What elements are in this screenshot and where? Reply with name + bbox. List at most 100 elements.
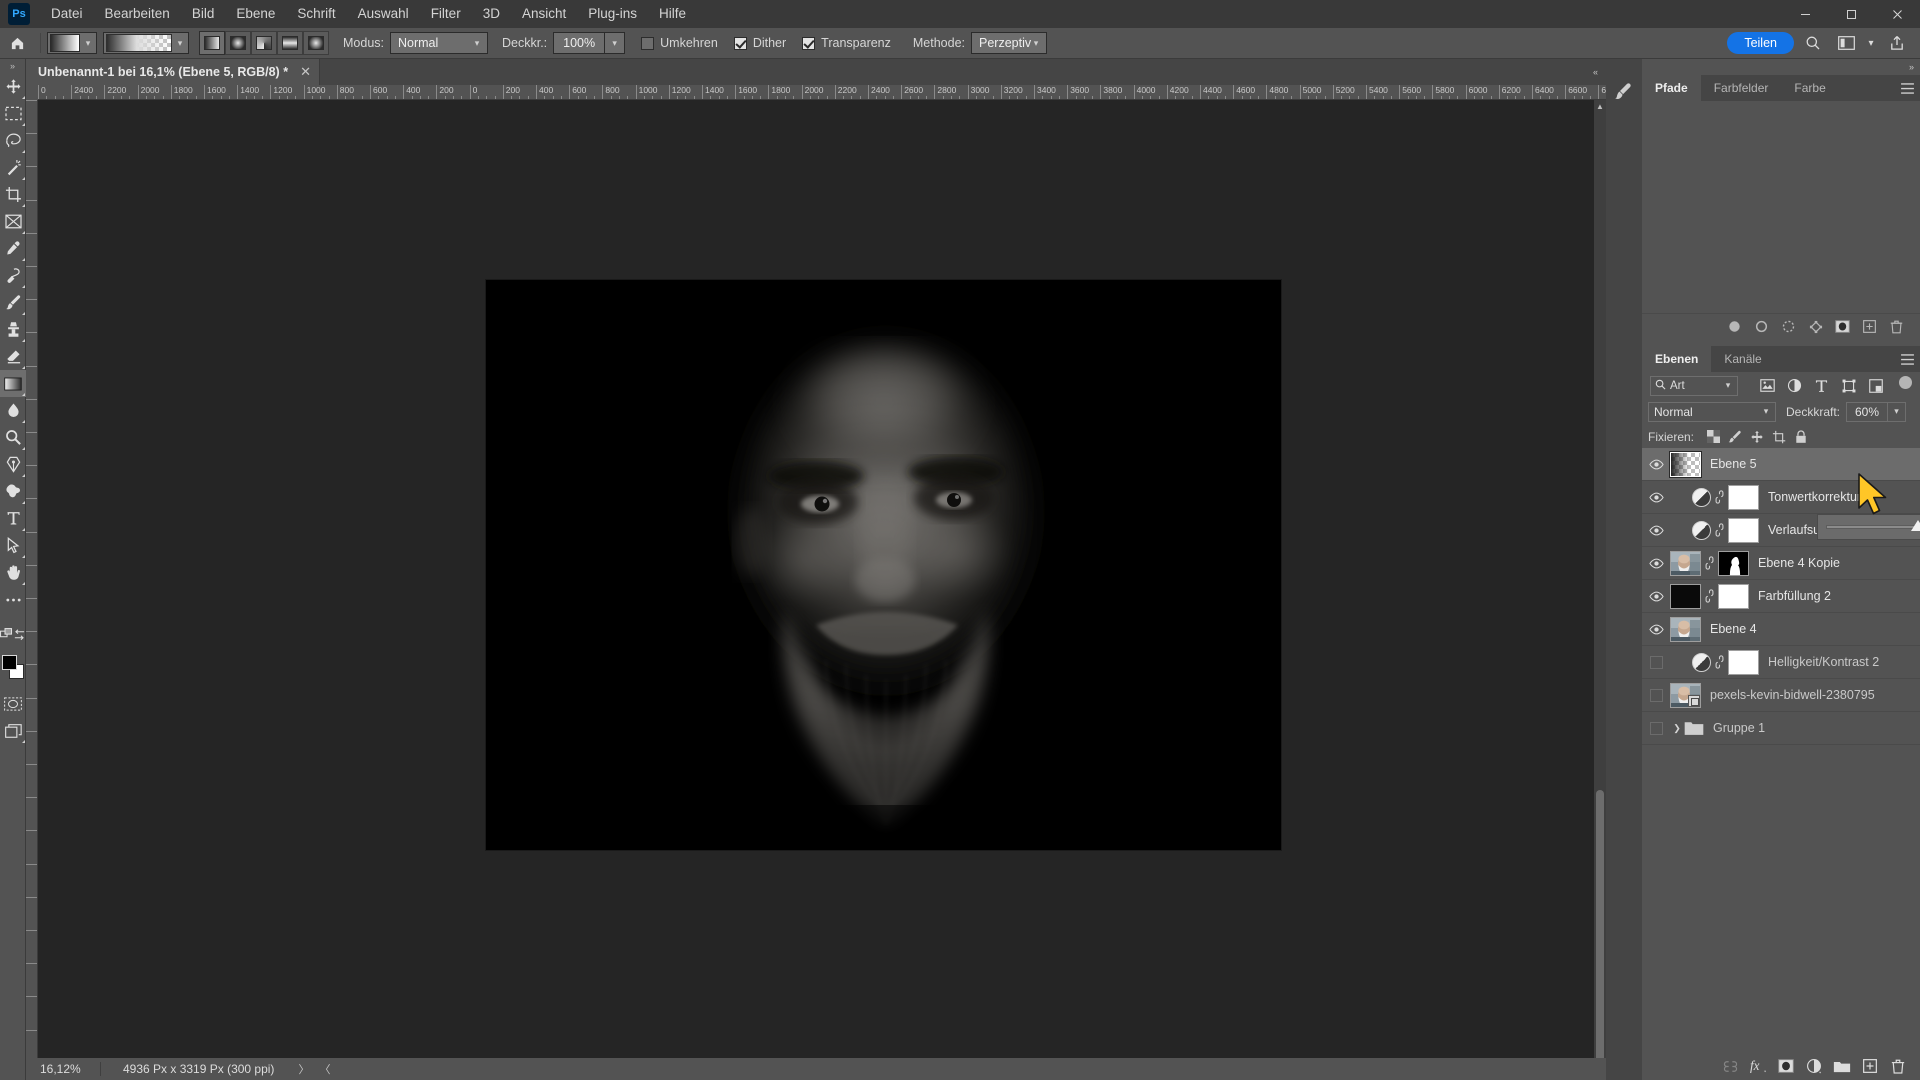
gradient-preset-picker[interactable]: ▾ bbox=[103, 32, 189, 54]
delete-path-icon[interactable] bbox=[1883, 314, 1910, 340]
chevron-down-icon[interactable]: ▾ bbox=[172, 38, 188, 49]
foreground-color-swatch[interactable] bbox=[2, 655, 17, 670]
dock-collapse-icon[interactable]: » bbox=[1642, 59, 1920, 75]
menu-3d[interactable]: 3D bbox=[472, 0, 511, 28]
layer-visibility-eye-icon[interactable] bbox=[1642, 481, 1670, 514]
window-maximize-button[interactable] bbox=[1828, 0, 1874, 28]
swap-colors-icon[interactable] bbox=[13, 621, 26, 648]
menu-auswahl[interactable]: Auswahl bbox=[347, 0, 420, 28]
zoom-level[interactable]: 16,12% bbox=[26, 1062, 94, 1076]
share-export-icon[interactable] bbox=[1882, 30, 1912, 56]
mask-link-icon[interactable] bbox=[1701, 556, 1718, 570]
opacity-slider-handle[interactable] bbox=[1911, 520, 1920, 531]
dither-checkbox-row[interactable]: Dither bbox=[733, 36, 786, 50]
opacity-input[interactable]: 100% bbox=[553, 32, 606, 54]
layer-mask-thumbnail[interactable] bbox=[1728, 649, 1759, 675]
new-adjustment-layer-icon[interactable] bbox=[1800, 1052, 1828, 1080]
artboard[interactable] bbox=[486, 280, 1281, 850]
layer-filter-kind-select[interactable]: Art ▾ bbox=[1650, 375, 1738, 396]
screen-mode-icon[interactable] bbox=[0, 717, 26, 744]
edit-toolbar-icon[interactable] bbox=[0, 621, 13, 648]
new-layer-icon[interactable] bbox=[1856, 1052, 1884, 1080]
tab-collapse-icon[interactable]: « bbox=[1593, 59, 1598, 85]
shape-filter-icon[interactable] bbox=[1835, 375, 1862, 397]
lock-position-icon[interactable] bbox=[1746, 426, 1768, 448]
brush-tool[interactable] bbox=[0, 289, 26, 316]
window-minimize-button[interactable] bbox=[1782, 0, 1828, 28]
menu-datei[interactable]: Datei bbox=[40, 0, 94, 28]
stroke-path-icon[interactable] bbox=[1748, 314, 1775, 340]
menu-schrift[interactable]: Schrift bbox=[286, 0, 346, 28]
layer-visibility-off-icon[interactable] bbox=[1642, 646, 1670, 679]
reflected-gradient-type[interactable] bbox=[277, 31, 303, 55]
vertical-ruler[interactable] bbox=[26, 100, 38, 1080]
spot-healing-brush-tool[interactable] bbox=[0, 262, 26, 289]
eyedropper-tool[interactable] bbox=[0, 235, 26, 262]
gradient-tool[interactable] bbox=[0, 370, 26, 397]
menu-ansicht[interactable]: Ansicht bbox=[511, 0, 577, 28]
make-work-path-icon[interactable] bbox=[1802, 314, 1829, 340]
opacity-slider-popup[interactable] bbox=[1817, 514, 1920, 540]
layer-visibility-off-icon[interactable] bbox=[1642, 679, 1670, 712]
rectangular-marquee-tool[interactable] bbox=[0, 100, 26, 127]
type-tool[interactable] bbox=[0, 505, 26, 532]
layer-mask-thumbnail[interactable] bbox=[1728, 517, 1759, 543]
radial-gradient-type[interactable] bbox=[225, 31, 251, 55]
chevron-down-icon[interactable]: ▾ bbox=[1888, 401, 1907, 422]
lock-transparent-pixels-icon[interactable] bbox=[1702, 426, 1724, 448]
smart-object-filter-icon[interactable] bbox=[1862, 375, 1889, 397]
layer-thumbnail[interactable] bbox=[1669, 450, 1702, 478]
blend-mode-select[interactable]: Normal ▾ bbox=[390, 32, 488, 54]
workspace-icon[interactable] bbox=[1832, 30, 1860, 56]
layer-visibility-eye-icon[interactable] bbox=[1642, 613, 1670, 646]
pen-tool[interactable] bbox=[0, 451, 26, 478]
layer-visibility-eye-icon[interactable] bbox=[1642, 514, 1670, 547]
diamond-gradient-type[interactable] bbox=[303, 31, 329, 55]
mask-link-icon[interactable] bbox=[1711, 490, 1728, 504]
panel-menu-icon[interactable] bbox=[1894, 346, 1920, 372]
close-icon[interactable]: ✕ bbox=[300, 64, 311, 80]
magic-wand-tool[interactable] bbox=[0, 154, 26, 181]
chevron-down-icon[interactable]: ▾ bbox=[80, 38, 96, 49]
menu-bild[interactable]: Bild bbox=[181, 0, 226, 28]
tab-kanaele[interactable]: Kanäle bbox=[1711, 346, 1775, 372]
angle-gradient-type[interactable] bbox=[251, 31, 277, 55]
tab-farbe[interactable]: Farbe bbox=[1781, 75, 1839, 101]
document-tab[interactable]: Unbenannt-1 bei 16,1% (Ebene 5, RGB/8) *… bbox=[26, 59, 320, 85]
layer-visibility-eye-icon[interactable] bbox=[1642, 580, 1670, 613]
share-button[interactable]: Teilen bbox=[1727, 32, 1794, 54]
load-selection-icon[interactable] bbox=[1775, 314, 1802, 340]
add-layer-mask-icon[interactable] bbox=[1772, 1052, 1800, 1080]
search-icon[interactable] bbox=[1796, 30, 1830, 56]
blur-tool[interactable] bbox=[0, 397, 26, 424]
window-close-button[interactable] bbox=[1874, 0, 1920, 28]
chevron-right-icon[interactable]: ❯ bbox=[1670, 723, 1684, 734]
menu-ebene[interactable]: Ebene bbox=[225, 0, 286, 28]
frame-tool[interactable] bbox=[0, 208, 26, 235]
delete-layer-icon[interactable] bbox=[1884, 1052, 1912, 1080]
link-layers-icon[interactable] bbox=[1716, 1052, 1744, 1080]
lock-image-pixels-icon[interactable] bbox=[1724, 426, 1746, 448]
vertical-scrollbar[interactable]: ▲ ▼ bbox=[1594, 100, 1606, 1080]
tab-ebenen[interactable]: Ebenen bbox=[1642, 346, 1712, 372]
horizontal-ruler[interactable]: 0 2400 2200 2000 1800 1600 1400 1200 1000 800 600 4… bbox=[38, 85, 1606, 100]
layer-row[interactable]: Farbfüllung 2 bbox=[1642, 580, 1920, 613]
hand-tool[interactable] bbox=[0, 559, 26, 586]
status-collapse-icon[interactable]: 〈 bbox=[319, 1061, 330, 1077]
mask-link-icon[interactable] bbox=[1711, 523, 1728, 537]
clone-stamp-tool[interactable] bbox=[0, 316, 26, 343]
layer-visibility-eye-icon[interactable] bbox=[1642, 547, 1670, 580]
layer-thumbnail[interactable] bbox=[1670, 682, 1701, 708]
layer-thumbnail[interactable] bbox=[1670, 583, 1701, 609]
method-select[interactable]: Perzeptiv ▾ bbox=[971, 32, 1048, 54]
layer-blend-mode-select[interactable]: Normal ▾ bbox=[1648, 401, 1776, 422]
menu-bearbeiten[interactable]: Bearbeiten bbox=[94, 0, 181, 28]
layer-row[interactable]: Ebene 5 bbox=[1642, 448, 1920, 481]
vertical-scroll-thumb[interactable] bbox=[1596, 790, 1604, 1070]
move-tool[interactable] bbox=[0, 73, 26, 100]
quick-mask-icon[interactable] bbox=[0, 690, 26, 717]
adjustment-layer-thumbnail[interactable] bbox=[1692, 520, 1711, 540]
layer-thumbnail[interactable] bbox=[1670, 550, 1701, 576]
layer-row[interactable]: Tonwertkorrektur 2 bbox=[1642, 481, 1920, 514]
lock-artboard-nesting-icon[interactable] bbox=[1768, 426, 1790, 448]
